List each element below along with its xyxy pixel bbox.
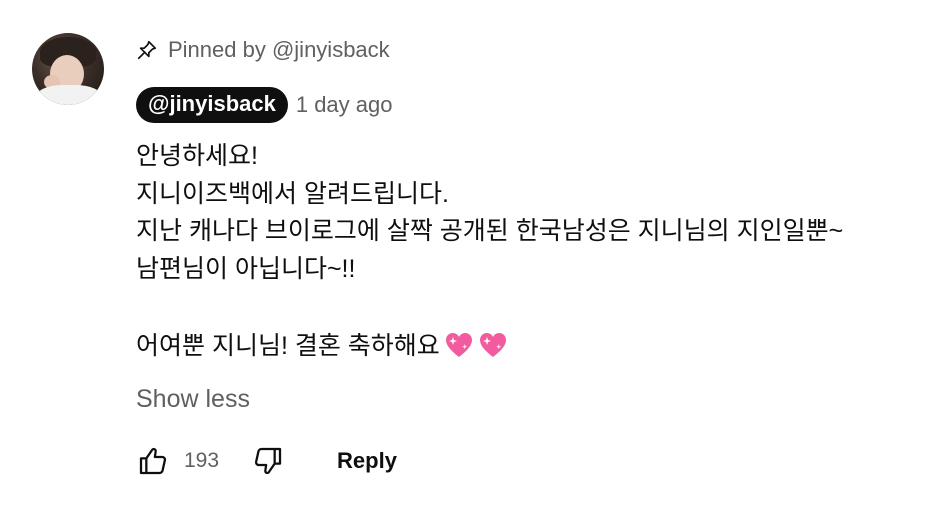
comment-timestamp[interactable]: 1 day ago bbox=[296, 92, 393, 118]
thumbs-down-icon bbox=[254, 447, 282, 475]
like-count: 193 bbox=[184, 449, 220, 472]
comment-line: 지니이즈백에서 알려드립니다. bbox=[136, 179, 449, 208]
avatar-shirt bbox=[36, 85, 102, 105]
comment-header: @jinyisback 1 day ago bbox=[136, 87, 392, 123]
comment-body: 안녕하세요! 지니이즈백에서 알려드립니다. 지난 캐나다 브이로그에 살짝 공… bbox=[136, 138, 916, 366]
show-less-button[interactable]: Show less bbox=[136, 385, 250, 414]
pin-icon bbox=[136, 39, 158, 61]
comment-actions: 193 Reply bbox=[136, 442, 397, 480]
pinned-text: Pinned by @jinyisback bbox=[168, 37, 390, 62]
comment-line: 남편님이 아닙니다~!! bbox=[136, 254, 356, 283]
comment-line: 어여뿐 지니님! 결혼 축하해요 bbox=[136, 332, 440, 360]
author-avatar[interactable] bbox=[32, 33, 104, 105]
like-button[interactable] bbox=[136, 444, 170, 478]
comment-line: 안녕하세요! bbox=[136, 142, 258, 170]
sparkling-heart-icon bbox=[478, 331, 508, 359]
comment-line: 지난 캐나다 브이로그에 살짝 공개된 한국남성은 지니님의 지인일뿐~ bbox=[136, 217, 844, 245]
reply-button[interactable]: Reply bbox=[337, 448, 397, 474]
comment-last-line: 어여뿐 지니님! 결혼 축하해요 bbox=[136, 328, 916, 366]
thumbs-up-icon bbox=[139, 447, 167, 475]
sparkling-heart-icon bbox=[444, 331, 474, 359]
pinned-label: Pinned by @jinyisback bbox=[136, 37, 390, 63]
dislike-button[interactable] bbox=[251, 444, 285, 478]
author-name-chip[interactable]: @jinyisback bbox=[136, 87, 288, 123]
